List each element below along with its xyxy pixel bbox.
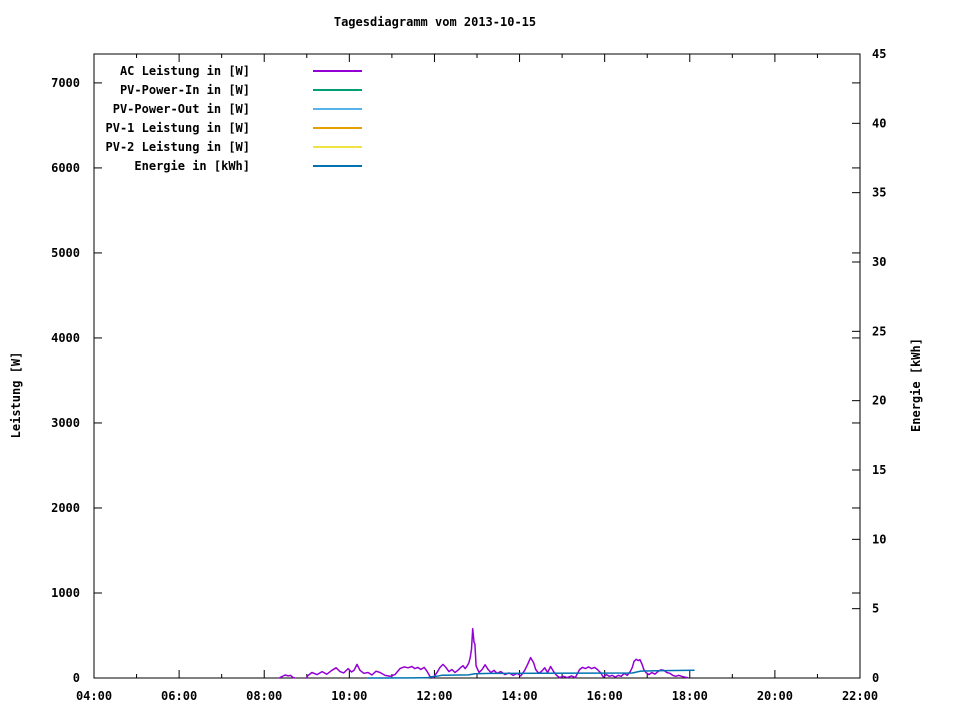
legend-label: PV-1 Leistung in [W] (105, 120, 251, 135)
y2-tick-label: 20 (872, 394, 886, 408)
series-line (278, 627, 689, 679)
y-tick-label: 1000 (51, 586, 80, 600)
legend-label: PV-2 Leistung in [W] (105, 139, 251, 154)
x-tick-label: 10:00 (331, 689, 367, 703)
legend-line-sample (313, 107, 362, 110)
chart-canvas: 04:00 06:00 08:00 10:00 12:00 14:00 16:00 18:00… (0, 0, 960, 720)
legend-item-pv2-leistung: PV-2 Leistung in [W] (60, 137, 362, 156)
x-tick-label: 08:00 (246, 689, 282, 703)
y2-tick-label: 40 (872, 116, 886, 130)
y-tick-label: 4000 (51, 331, 80, 345)
y2-axis-label: Energie [kWh] (909, 338, 923, 432)
x-tick-label: 06:00 (161, 689, 197, 703)
y-axis-label: Leistung [W] (9, 351, 23, 439)
x-tick-label: 18:00 (672, 689, 708, 703)
legend-item-ac-leistung: AC Leistung in [W] (60, 61, 362, 80)
legend-line-sample (313, 126, 362, 129)
y2-tick-label: 30 (872, 255, 886, 269)
y2-tick-label: 10 (872, 532, 886, 546)
legend-item-pv-power-out: PV-Power-Out in [W] (60, 99, 362, 118)
legend-label: PV-Power-In in [W] (119, 82, 250, 97)
x-tick-label: 22:00 (842, 689, 878, 703)
y-tick-label: 5000 (51, 246, 80, 260)
y2-tick-label: 15 (872, 463, 886, 477)
x-tick-label: 12:00 (416, 689, 452, 703)
legend-item-energie: Energie in [kWh] (60, 156, 362, 175)
legend-line-sample (313, 88, 362, 91)
legend-line-sample (313, 164, 362, 167)
series-line (366, 669, 695, 679)
legend: AC Leistung in [W] PV-Power-In in [W] PV… (60, 61, 362, 175)
legend-label: Energie in [kWh] (134, 158, 250, 173)
legend-line-sample (313, 69, 362, 72)
x-tick-label: 14:00 (501, 689, 537, 703)
y2-tick-label: 35 (872, 186, 886, 200)
x-tick-label: 16:00 (587, 689, 623, 703)
y-tick-label: 2000 (51, 501, 80, 515)
chart-title: Tagesdiagramm vom 2013-10-15 (333, 15, 537, 29)
y2-tick-label: 5 (872, 602, 879, 616)
y-tick-label: 3000 (51, 416, 80, 430)
y2-tick-label: 25 (872, 324, 886, 338)
legend-label: PV-Power-Out in [W] (112, 101, 250, 116)
legend-item-pv1-leistung: PV-1 Leistung in [W] (60, 118, 362, 137)
y-tick-label: 0 (73, 671, 80, 685)
y2-tick-label: 45 (872, 47, 886, 61)
legend-line-sample (313, 145, 362, 148)
legend-item-pv-power-in: PV-Power-In in [W] (60, 80, 362, 99)
x-tick-label: 20:00 (757, 689, 793, 703)
x-tick-label: 04:00 (76, 689, 112, 703)
legend-label: AC Leistung in [W] (119, 63, 250, 78)
y2-tick-label: 0 (872, 671, 879, 685)
